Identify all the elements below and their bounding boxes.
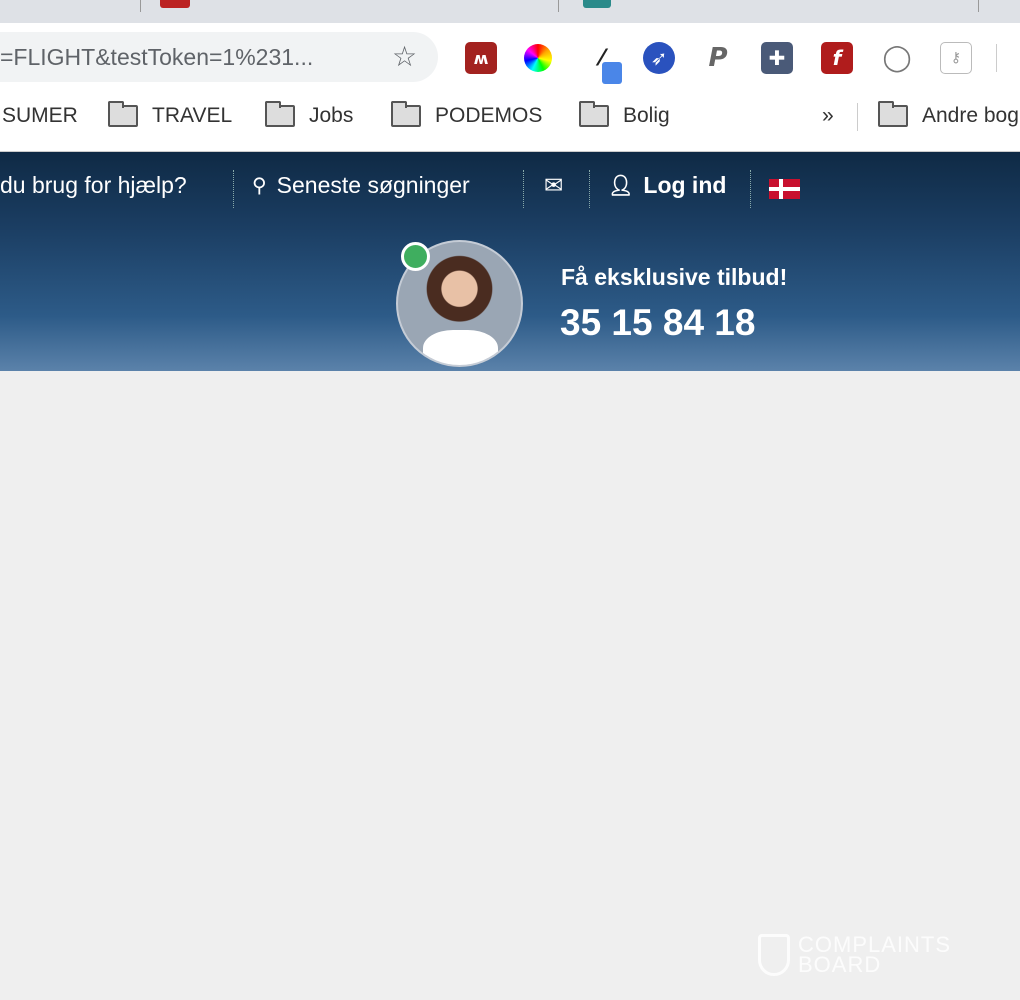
eyedropper-icon[interactable]: ⁄ [586,42,622,84]
color-wheel-icon[interactable] [524,44,552,72]
bookmark-travel[interactable]: TRAVEL [108,101,233,128]
help-link[interactable]: du brug for hjælp? [0,172,187,199]
bookmarks-overflow-button[interactable]: » [822,104,834,128]
shield-icon [758,934,790,976]
bookmark-label: TRAVEL [152,104,233,127]
mendeley-icon[interactable]: ʍ [465,42,497,74]
key-folder-icon[interactable]: ⚷ [940,42,972,74]
bookmark-jobs[interactable]: Jobs [265,101,354,128]
bookmark-other[interactable]: Andre bog [878,101,1019,128]
recent-searches-link[interactable]: ⚲ Seneste søgninger [252,172,470,199]
nav-divider [589,170,590,208]
user-icon: 👤︎ [608,175,634,197]
phone-number[interactable]: 35 15 84 18 [560,302,755,344]
online-status-indicator [401,242,430,271]
tab-favicon[interactable] [160,0,190,8]
tab-divider [978,0,979,12]
toolbar-divider [996,44,997,72]
paypal-icon[interactable]: P [702,42,734,74]
recent-searches-label: Seneste søgninger [276,172,470,198]
login-link[interactable]: 👤︎ Log ind [608,172,726,199]
login-label: Log ind [643,172,727,198]
bookmark-star-icon[interactable]: ☆ [392,40,417,73]
bookmark-label: Bolig [623,104,670,127]
tab-divider [140,0,141,12]
bookmark-label: Andre bog [922,104,1019,127]
search-icon: ⚲ [252,175,267,197]
folder-icon [108,101,138,127]
folder-icon [579,101,609,127]
tab-divider [558,0,559,12]
nav-divider [523,170,524,208]
bookmarks-divider [857,103,858,131]
bookmark-podemos[interactable]: PODEMOS [391,101,543,128]
mail-icon[interactable]: ✉ [544,172,563,199]
tab-strip [0,0,1020,23]
complaints-board-watermark: COMPLAINTS BOARD [758,934,951,976]
bookmark-label: SUMER [2,104,78,127]
bookmark-sumer[interactable]: SUMER [2,104,78,128]
bookmark-bolig[interactable]: Bolig [579,101,670,128]
folder-icon [391,101,421,127]
rocket-icon[interactable]: ➶ [643,42,675,74]
nav-divider [233,170,234,208]
danish-flag-icon[interactable] [769,179,800,199]
tab-favicon[interactable] [583,0,611,8]
promo-text: Få eksklusive tilbud! [561,264,788,290]
circle-icon[interactable]: ◯ [881,42,913,74]
url-text[interactable]: =FLIGHT&testToken=1%231... [0,44,313,71]
folder-icon [878,101,908,127]
watermark-line2: BOARD [798,952,882,977]
nav-divider [750,170,751,208]
flash-icon[interactable]: f [821,42,853,74]
help-label: du brug for hjælp? [0,172,187,198]
puzzle-icon[interactable]: ✚ [761,42,793,74]
overflow-label: » [822,104,834,127]
bookmark-label: PODEMOS [435,104,543,127]
folder-icon [265,101,295,127]
bookmark-label: Jobs [309,104,354,127]
